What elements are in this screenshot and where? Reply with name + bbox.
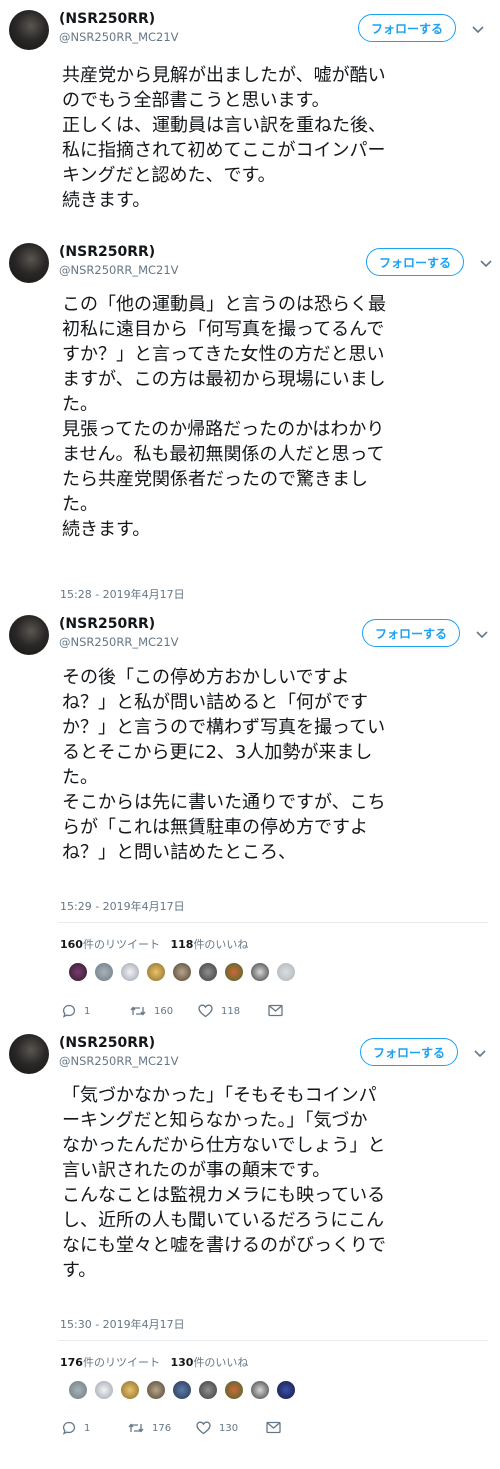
tweet-text: 共産党から見解が出ましたが、嘘が酷い のでもう全部書こうと思います。 正しくは、…: [62, 65, 386, 211]
chevron-down-icon[interactable]: [474, 626, 490, 642]
display-name[interactable]: (NSR250RR): [59, 244, 155, 260]
like-action[interactable]: 118: [198, 1004, 240, 1018]
like-label[interactable]: 件のいいね: [193, 1356, 248, 1369]
avatar[interactable]: [9, 10, 49, 50]
retweet-label[interactable]: 件のリツイート: [83, 1356, 160, 1369]
liker-avatar[interactable]: [68, 962, 88, 982]
liker-avatar[interactable]: [250, 962, 270, 982]
avatar[interactable]: [9, 615, 49, 655]
liker-avatar[interactable]: [250, 1380, 270, 1400]
tweet-text: この「他の運動員」と言うのは恐らく最 初私に遠目から「何写真を撮ってるんで すか…: [62, 294, 386, 540]
liker-avatar[interactable]: [224, 962, 244, 982]
reply-count: 1: [84, 1422, 91, 1434]
like-count: 130: [219, 1422, 239, 1434]
like-label[interactable]: 件のいいね: [193, 938, 248, 951]
tweet-text: その後「この停め方おかしいですよ ね？」と私が問い詰めると「何がです か？」と言…: [62, 667, 386, 863]
retweet-count: 160: [154, 1005, 174, 1017]
timestamp[interactable]: 15:29 - 2019年4月17日: [60, 898, 185, 914]
display-name[interactable]: (NSR250RR): [59, 11, 155, 27]
liker-avatar[interactable]: [276, 1380, 296, 1400]
tweet-text: 「気づかなかった」「そもそもコインパ ーキングだと知らなかった。」「気づか なか…: [62, 1085, 386, 1281]
like-icon: [196, 1421, 211, 1435]
handle[interactable]: @NSR250RR_MC21V: [59, 30, 179, 44]
retweet-label[interactable]: 件のリツイート: [83, 938, 160, 951]
liker-avatar[interactable]: [94, 1380, 114, 1400]
chevron-down-icon[interactable]: [478, 255, 494, 271]
like-count: 118: [221, 1005, 241, 1017]
liker-avatar[interactable]: [68, 1380, 88, 1400]
divider: [58, 1340, 488, 1341]
liker-avatar[interactable]: [276, 962, 296, 982]
handle[interactable]: @NSR250RR_MC21V: [59, 635, 179, 649]
chevron-down-icon[interactable]: [472, 1045, 488, 1061]
liker-avatar[interactable]: [94, 962, 114, 982]
like-action[interactable]: 130: [196, 1421, 238, 1435]
reply-action[interactable]: 1: [62, 1421, 90, 1435]
avatar[interactable]: [9, 1034, 49, 1074]
reply-action[interactable]: 1: [62, 1004, 90, 1018]
retweet-total[interactable]: 160: [60, 938, 83, 951]
avatar[interactable]: [9, 243, 49, 283]
dm-icon: [266, 1421, 281, 1434]
timestamp[interactable]: 15:28 - 2019年4月17日: [60, 586, 185, 602]
handle[interactable]: @NSR250RR_MC21V: [59, 263, 179, 277]
liker-avatar[interactable]: [146, 962, 166, 982]
liker-avatar[interactable]: [198, 1380, 218, 1400]
display-name[interactable]: (NSR250RR): [59, 1035, 155, 1051]
liker-avatar[interactable]: [172, 962, 192, 982]
timestamp[interactable]: 15:30 - 2019年4月17日: [60, 1316, 185, 1332]
handle[interactable]: @NSR250RR_MC21V: [59, 1054, 179, 1068]
liker-avatar[interactable]: [120, 962, 140, 982]
retweet-icon: [128, 1423, 144, 1433]
dm-action[interactable]: [268, 1004, 283, 1017]
dm-icon: [268, 1004, 283, 1017]
liker-avatar[interactable]: [198, 962, 218, 982]
like-total[interactable]: 118: [170, 938, 193, 951]
like-total[interactable]: 130: [170, 1356, 193, 1369]
retweet-icon: [130, 1006, 146, 1016]
retweet-action[interactable]: 176: [128, 1421, 171, 1435]
retweet-count: 176: [152, 1422, 172, 1434]
follow-button[interactable]: フォローする: [362, 619, 460, 647]
divider: [58, 922, 488, 923]
liker-avatar[interactable]: [172, 1380, 192, 1400]
liker-avatar[interactable]: [146, 1380, 166, 1400]
chevron-down-icon[interactable]: [470, 21, 486, 37]
follow-button[interactable]: フォローする: [366, 248, 464, 276]
engagement-stats: 160件のリツイート 118件のいいね: [60, 936, 248, 952]
reply-icon: [62, 1004, 76, 1018]
reply-count: 1: [84, 1005, 91, 1017]
display-name[interactable]: (NSR250RR): [59, 616, 155, 632]
liker-avatar[interactable]: [120, 1380, 140, 1400]
reply-icon: [62, 1421, 76, 1435]
follow-button[interactable]: フォローする: [358, 14, 456, 42]
retweet-total[interactable]: 176: [60, 1356, 83, 1369]
like-icon: [198, 1004, 213, 1018]
retweet-action[interactable]: 160: [130, 1004, 173, 1018]
follow-button[interactable]: フォローする: [360, 1038, 458, 1066]
engagement-stats: 176件のリツイート 130件のいいね: [60, 1354, 248, 1370]
liker-avatar[interactable]: [224, 1380, 244, 1400]
dm-action[interactable]: [266, 1421, 281, 1434]
